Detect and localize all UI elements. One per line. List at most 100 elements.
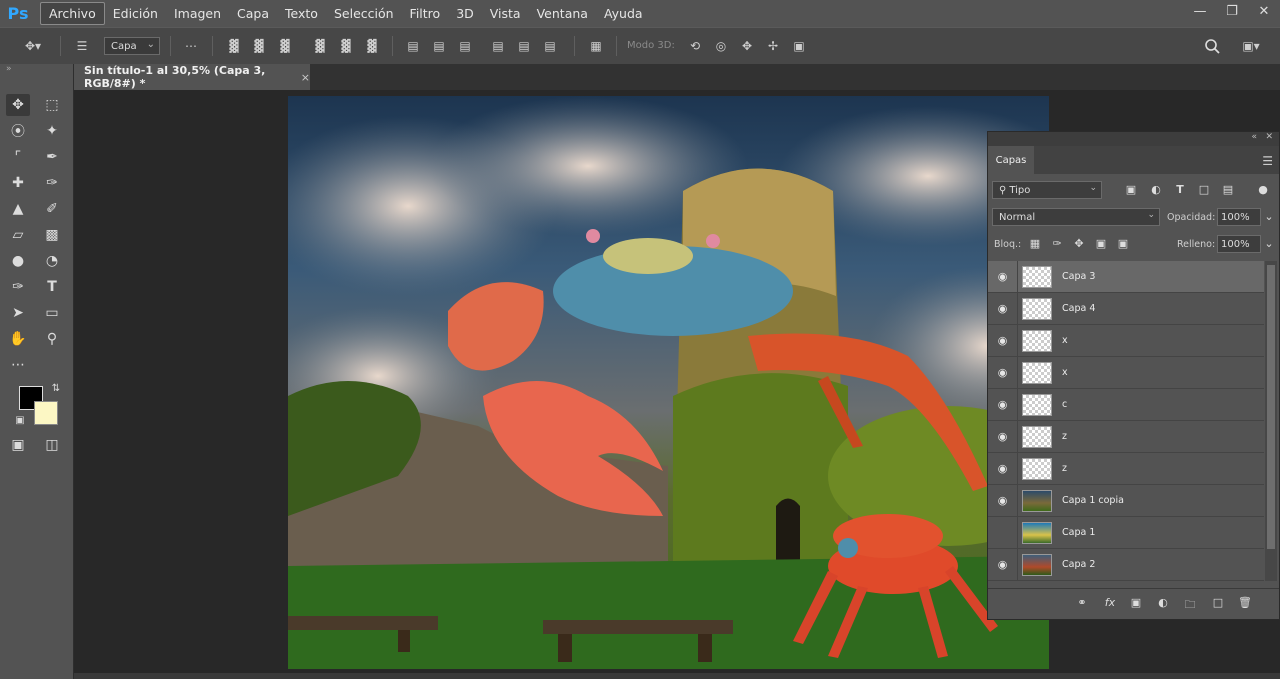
layer-row[interactable]: ◉ z	[988, 420, 1264, 453]
minimize-icon[interactable]: —	[1184, 0, 1216, 22]
menu-edicion[interactable]: Edición	[105, 3, 166, 24]
eye-icon[interactable]: ◉	[988, 484, 1018, 517]
eye-icon[interactable]: ◉	[988, 388, 1018, 421]
filter-adjustment-icon[interactable]: ◐	[1149, 183, 1163, 196]
link-layers-icon[interactable]: ⚭	[1074, 596, 1090, 612]
delete-layer-icon[interactable]: 🗑	[1237, 596, 1253, 612]
more-tools-icon[interactable]: ⋯	[6, 354, 30, 376]
layer-row[interactable]: ◉ c	[988, 388, 1264, 421]
orbit-3d-icon[interactable]: ⟲	[686, 36, 704, 56]
adjustment-layer-icon[interactable]: ◐	[1155, 596, 1171, 612]
healing-brush-icon[interactable]: ✚	[6, 172, 30, 194]
path-selection-icon[interactable]: ➤	[6, 302, 30, 324]
eye-icon[interactable]: ◉	[988, 516, 1018, 549]
auto-select-icon[interactable]: ☰	[72, 36, 92, 56]
history-brush-icon[interactable]: ✐	[40, 198, 64, 220]
distribute-vcenter-icon[interactable]: ▤	[431, 36, 447, 56]
transform-controls-icon[interactable]: ⋯	[182, 36, 200, 56]
opacity-input[interactable]: 100%	[1217, 208, 1261, 226]
slide-3d-icon[interactable]: ✢	[764, 36, 782, 56]
filter-type-icon[interactable]: T	[1173, 183, 1187, 196]
hand-icon[interactable]: ✋	[6, 328, 30, 350]
eyedropper-icon[interactable]: ✒	[40, 146, 64, 168]
lock-artboard-icon[interactable]: ▣	[1094, 237, 1108, 250]
lock-pixels-icon[interactable]: ✑	[1050, 237, 1064, 250]
chevron-down-icon[interactable]: ⌄	[1262, 210, 1276, 223]
layer-row[interactable]: ◉ Capa 2	[988, 548, 1264, 581]
restore-icon[interactable]: ❐	[1216, 0, 1248, 22]
layers-scrollbar[interactable]	[1265, 261, 1277, 581]
document-canvas-image[interactable]	[288, 96, 1049, 669]
add-mask-icon[interactable]: ▣	[1128, 596, 1144, 612]
fx-icon[interactable]: fx	[1102, 596, 1118, 612]
distribute-hcenter-icon[interactable]: ▤	[516, 36, 532, 56]
distribute-top-icon[interactable]: ▤	[405, 36, 421, 56]
layer-row[interactable]: ◉ x	[988, 356, 1264, 389]
gradient-icon[interactable]: ▩	[40, 224, 64, 246]
background-color-swatch[interactable]	[34, 401, 58, 425]
panel-menu-icon[interactable]: ☰	[1262, 154, 1273, 168]
filter-shape-icon[interactable]: □	[1197, 183, 1211, 196]
screen-mode-icon[interactable]: ◫	[40, 434, 64, 456]
align-hcenter-icon[interactable]: ▓	[338, 36, 354, 56]
chevron-down-icon[interactable]: ⌄	[1262, 237, 1276, 250]
filter-toggle-icon[interactable]: ●	[1256, 183, 1270, 196]
dodge-icon[interactable]: ◔	[40, 250, 64, 272]
move-tool-preset-icon[interactable]: ✥▾	[18, 36, 48, 56]
distribute-right-icon[interactable]: ▤	[542, 36, 558, 56]
roll-3d-icon[interactable]: ◎	[712, 36, 730, 56]
move-icon[interactable]: ✥	[6, 94, 30, 116]
eye-icon[interactable]: ◉	[988, 548, 1018, 581]
collapse-icon[interactable]: »	[6, 64, 12, 74]
close-icon[interactable]: ✕	[1248, 0, 1280, 22]
menu-vista[interactable]: Vista	[482, 3, 529, 24]
new-group-icon[interactable]: 🗀	[1182, 596, 1198, 612]
quick-mask-icon[interactable]: ▣	[6, 434, 30, 456]
layer-row[interactable]: ◉ z	[988, 452, 1264, 485]
pan-3d-icon[interactable]: ✥	[738, 36, 756, 56]
align-vcenter-icon[interactable]: ▓	[251, 36, 267, 56]
magic-wand-icon[interactable]: ✦	[40, 120, 64, 142]
close-tab-icon[interactable]: ×	[301, 71, 310, 84]
distribute-left-icon[interactable]: ▤	[490, 36, 506, 56]
filter-kind-dropdown[interactable]: ⚲ Tipo ⌄	[992, 181, 1102, 199]
filter-pixel-icon[interactable]: ▣	[1124, 183, 1138, 196]
scale-3d-icon[interactable]: ▣	[790, 36, 808, 56]
menu-ventana[interactable]: Ventana	[529, 3, 596, 24]
fill-input[interactable]: 100%	[1217, 235, 1261, 253]
lock-all-icon[interactable]: ▣	[1116, 237, 1130, 250]
type-icon[interactable]: T	[40, 276, 64, 298]
lasso-icon[interactable]: ⦿	[6, 120, 30, 142]
filter-smart-object-icon[interactable]: ▤	[1221, 183, 1235, 196]
close-panel-icon[interactable]: ✕	[1265, 132, 1273, 142]
eye-icon[interactable]: ◉	[988, 420, 1018, 453]
align-bottom-icon[interactable]: ▓	[277, 36, 293, 56]
align-top-icon[interactable]: ▓	[226, 36, 242, 56]
default-colors-icon[interactable]: ▣	[8, 409, 32, 431]
distribute-bottom-icon[interactable]: ▤	[457, 36, 473, 56]
eye-icon[interactable]: ◉	[988, 356, 1018, 389]
zoom-icon[interactable]: ⚲	[40, 328, 64, 350]
menu-texto[interactable]: Texto	[277, 3, 326, 24]
eye-icon[interactable]: ◉	[988, 324, 1018, 357]
menu-filtro[interactable]: Filtro	[402, 3, 449, 24]
menu-imagen[interactable]: Imagen	[166, 3, 229, 24]
align-right-icon[interactable]: ▓	[364, 36, 380, 56]
align-left-icon[interactable]: ▓	[312, 36, 328, 56]
blend-mode-dropdown[interactable]: Normal ⌄	[992, 208, 1160, 226]
auto-select-dropdown[interactable]: Capa ⌄	[104, 37, 160, 55]
rectangle-icon[interactable]: ▭	[40, 302, 64, 324]
tab-capas[interactable]: Capas	[988, 146, 1034, 174]
workspace-icon[interactable]: ▣▾	[1236, 36, 1266, 56]
menu-3d[interactable]: 3D	[448, 3, 482, 24]
collapse-panel-icon[interactable]: «	[1251, 132, 1257, 142]
blur-icon[interactable]: ●	[6, 250, 30, 272]
menu-seleccion[interactable]: Selección	[326, 3, 402, 24]
lock-transparency-icon[interactable]: ▦	[1028, 237, 1042, 250]
auto-align-icon[interactable]: ▦	[588, 36, 604, 56]
menu-archivo[interactable]: Archivo	[40, 2, 105, 25]
pen-icon[interactable]: ✑	[6, 276, 30, 298]
eye-icon[interactable]: ◉	[988, 261, 1018, 293]
search-icon[interactable]	[1202, 36, 1222, 56]
eraser-icon[interactable]: ▱	[6, 224, 30, 246]
